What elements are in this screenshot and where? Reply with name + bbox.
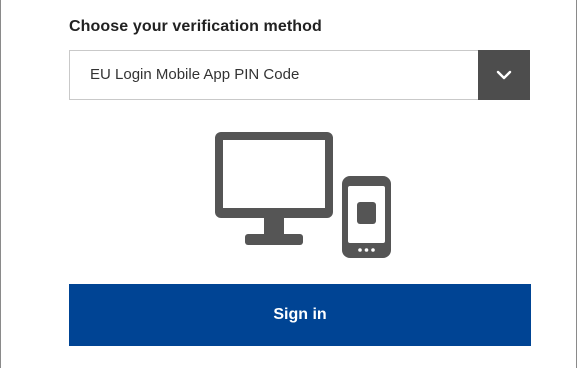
verification-method-select[interactable]: EU Login Mobile App PIN Code	[69, 50, 530, 100]
selected-method-value: EU Login Mobile App PIN Code	[90, 66, 300, 83]
sign-in-button[interactable]: Sign in	[69, 284, 531, 346]
desktop-and-mobile-icon	[201, 127, 401, 262]
verification-method-label: Choose your verification method	[69, 18, 322, 35]
chevron-down-icon[interactable]	[478, 50, 530, 100]
login-panel: Choose your verification method EU Login…	[0, 0, 577, 368]
